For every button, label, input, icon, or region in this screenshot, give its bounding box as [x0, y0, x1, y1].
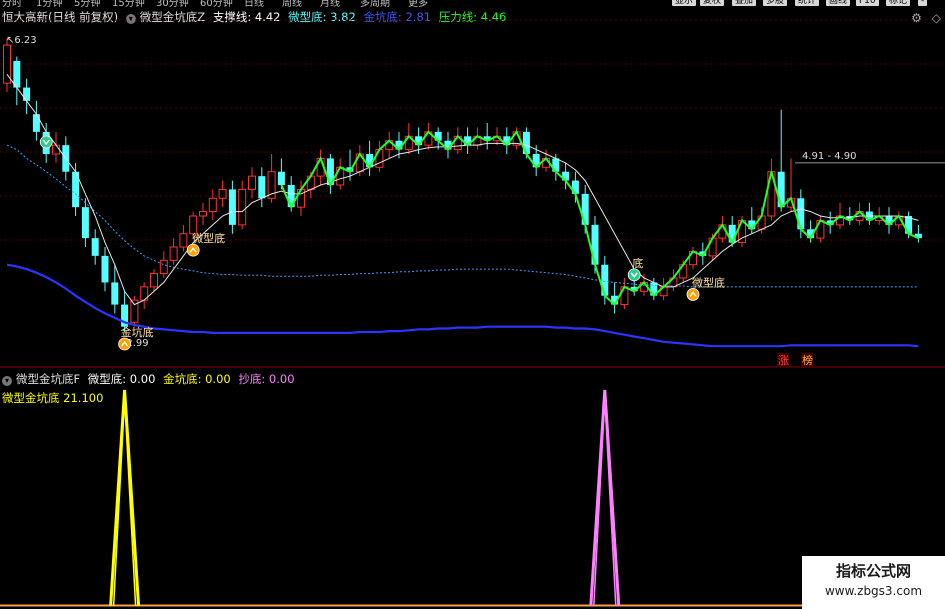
svg-text:底: 底: [632, 256, 643, 270]
candle: [846, 207, 854, 225]
sub-copy-bottom: 抄底: 0.00: [238, 372, 295, 386]
toolbar-period-1[interactable]: 1分钟: [36, 0, 62, 7]
svg-text:微型底: 微型底: [692, 275, 725, 289]
watermark-url: www.zbgs3.com: [824, 584, 923, 598]
candle: [199, 202, 207, 225]
candle: [23, 78, 31, 115]
candle: [32, 100, 40, 141]
candle: [72, 162, 80, 216]
toolbar-period-9[interactable]: 多周期: [360, 0, 390, 7]
sub-gold-pit: 金坑底: 0.00: [163, 372, 231, 386]
toolbar-button-2[interactable]: 叠加: [732, 0, 757, 6]
toolbar-button-6[interactable]: F10: [856, 0, 879, 6]
high-price-label: ↖6.23: [6, 35, 37, 46]
svg-text:涨: 涨: [778, 354, 789, 367]
sub-indicator-name[interactable]: 微型金坑底F: [16, 372, 80, 386]
candle: [767, 158, 776, 221]
candle: [179, 224, 188, 252]
toolbar-button-7[interactable]: 标记: [886, 0, 911, 6]
candle: [3, 38, 11, 92]
candle: [169, 238, 178, 265]
candle: [159, 251, 168, 278]
toolbar-period-4[interactable]: 30分钟: [156, 0, 189, 7]
candle: [620, 278, 629, 309]
toolbar-period-6[interactable]: 日线: [244, 0, 264, 7]
toolbar-button-3[interactable]: 多股: [763, 0, 788, 6]
toolbar-period-5[interactable]: 60分钟: [200, 0, 233, 7]
candle: [140, 282, 149, 309]
toolbar-period-8[interactable]: 月线: [320, 0, 340, 7]
candle: [13, 56, 21, 106]
limit-up-tag: 涨: [777, 353, 789, 367]
down-signal-1-icon: [39, 135, 53, 149]
candlestick-chart[interactable]: ↖6.23←2.994.91 - 4.90金坑底微型底微型底底涨榜: [0, 10, 945, 370]
candle: [218, 180, 227, 208]
candle: [699, 242, 707, 265]
toolbar-button-5[interactable]: 画线: [826, 0, 851, 6]
candle: [336, 158, 345, 190]
toolbar-period-10[interactable]: 更多: [408, 0, 428, 7]
candle: [464, 127, 472, 154]
candle: [571, 171, 579, 203]
svg-text:榜: 榜: [802, 353, 813, 367]
toolbar-button-4[interactable]: 统计: [795, 0, 820, 6]
candle: [228, 180, 236, 234]
toolbar-button-1[interactable]: 复权: [700, 0, 725, 6]
svg-text:微型底: 微型底: [192, 231, 225, 245]
candle: [326, 154, 334, 194]
svg-text:金坑底: 金坑底: [121, 325, 154, 339]
candle: [248, 167, 256, 199]
period-toolbar: 分时 1分钟 5分钟 15分钟 30分钟 60分钟 日线 周线 月线 多周期 更多 显示 复权 叠加 多股 统…: [0, 0, 945, 7]
toolbar-period-2[interactable]: 5分钟: [74, 0, 100, 7]
toolbar-period-3[interactable]: 15分钟: [112, 0, 145, 7]
sub-micro-bottom: 微型底: 0.00: [87, 372, 156, 386]
candle: [208, 189, 217, 221]
watermark: 指标公式网 www.zbgs3.com: [802, 556, 945, 609]
dragon-list-tag: 榜: [801, 353, 813, 367]
sub-chart-legend: ▾ 微型金坑底F 微型底: 0.00 金坑底: 0.00 抄底: 0.00: [2, 371, 299, 387]
toolbar-button-0[interactable]: 显示: [672, 0, 697, 6]
toolbar-period-0[interactable]: 分时: [2, 0, 22, 7]
candle: [277, 158, 285, 190]
candle: [375, 140, 384, 172]
micro-bottom-signal-2-icon: 微型底: [686, 275, 725, 301]
candle: [150, 269, 158, 292]
candle: [385, 131, 394, 159]
candle: [865, 202, 873, 225]
candle: [52, 131, 60, 163]
toolbar-period-7[interactable]: 周线: [282, 0, 302, 7]
micro-bottom-signal-1-icon: 微型底: [186, 231, 225, 257]
candle: [611, 282, 619, 314]
candle: [101, 247, 109, 292]
toolbar-button-8[interactable]: -: [918, 0, 928, 6]
range-label: 4.91 - 4.90: [802, 151, 857, 162]
candle: [258, 167, 266, 208]
candle: [91, 229, 99, 265]
candle: [130, 295, 139, 327]
candle: [238, 180, 247, 230]
sub-indicator-settings-icon[interactable]: ▾: [2, 376, 12, 386]
candle: [366, 140, 374, 177]
down-signal-2-icon: 底: [627, 256, 643, 282]
watermark-title: 指标公式网: [835, 562, 911, 580]
candle: [885, 207, 893, 234]
candle: [483, 123, 491, 150]
